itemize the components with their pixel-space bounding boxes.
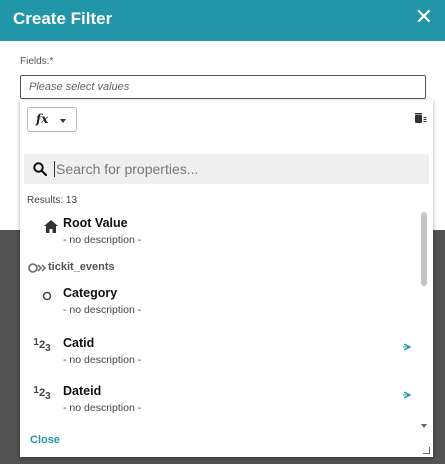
fields-label: Fields:* [20,56,54,67]
item-name: Dateid [63,384,102,398]
group-header-tickit-events[interactable]: tickit_events [28,260,408,276]
list-item-root-value[interactable]: Root Value - no description - [20,212,416,252]
scrollbar-thumb[interactable] [421,212,427,286]
item-description: - no description - [63,402,142,414]
properties-dropdown: fx Search for properties... Results: 13 … [20,100,433,457]
clear-list-icon[interactable] [415,113,427,124]
item-name: Catid [63,336,95,350]
item-description: - no description - [63,354,142,366]
function-icon: fx [36,112,49,126]
item-description: - no description - [63,304,142,316]
list-scrollbar[interactable] [419,212,429,430]
string-circle-icon [42,291,52,301]
fields-placeholder: Please select values [29,81,130,93]
item-name: Category [63,286,118,300]
search-icon [33,162,47,176]
close-icon[interactable]: ✕ [415,6,433,28]
list-item-dateid[interactable]: 123 Dateid - no description - [20,380,416,420]
drill-arrow-icon[interactable] [402,390,412,400]
numeric-icon: 123 [33,385,51,402]
scroll-down-icon[interactable] [421,424,427,428]
list-item-catid[interactable]: 123 Catid - no description - [20,332,416,372]
dialog-header: Create Filter ✕ [0,0,445,41]
property-search-field[interactable]: Search for properties... [24,154,429,184]
resize-handle-icon[interactable] [423,447,430,454]
relationship-icon [28,263,47,273]
fields-select-input[interactable]: Please select values [20,75,426,99]
group-label: tickit_events [48,261,115,273]
home-icon [44,220,58,233]
function-dropdown-button[interactable]: fx [27,107,77,132]
list-item-category[interactable]: Category - no description - [20,282,416,322]
numeric-icon: 123 [33,337,51,354]
dialog-title: Create Filter [13,9,113,28]
property-list: Root Value - no description - tickit_eve… [20,212,416,430]
item-name: Root Value [63,216,128,230]
chevron-down-icon [60,119,66,123]
close-dropdown-link[interactable]: Close [30,434,60,446]
drill-arrow-icon[interactable] [402,342,412,352]
results-count: Results: 13 [27,195,78,206]
item-description: - no description - [63,234,142,246]
search-placeholder: Search for properties... [54,161,199,177]
